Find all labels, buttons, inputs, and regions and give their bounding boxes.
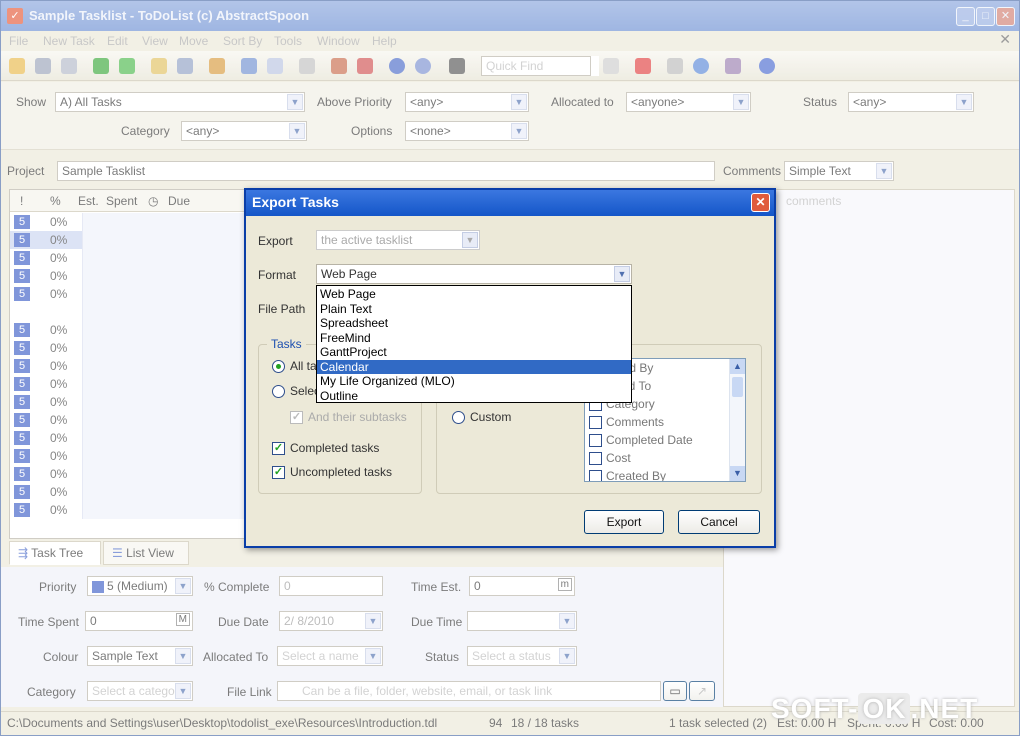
custom-columns-radio[interactable] (452, 411, 465, 424)
column-checkbox[interactable] (589, 434, 602, 448)
subtasks-checkbox[interactable]: ✓ (290, 411, 303, 424)
uncompleted-tasks-label: Uncompleted tasks (290, 465, 393, 479)
column-checkbox[interactable] (589, 470, 602, 481)
file-path-label: File Path (258, 302, 306, 316)
format-option[interactable]: Outline (317, 389, 631, 404)
custom-columns-label: Custom (470, 410, 512, 424)
format-option[interactable]: Web Page (317, 287, 631, 302)
format-option[interactable]: Spreadsheet (317, 316, 631, 331)
dialog-close-button[interactable]: ✕ (751, 193, 770, 212)
format-dropdown-list[interactable]: Web Page Plain Text Spreadsheet FreeMind Gan… (316, 285, 632, 403)
format-option[interactable]: My Life Organized (MLO) (317, 374, 631, 389)
column-option[interactable]: Completed Date (589, 433, 693, 451)
uncompleted-tasks-checkbox[interactable]: ✓ (272, 466, 285, 479)
dialog-title: Export Tasks (246, 190, 774, 216)
scroll-thumb[interactable] (732, 377, 743, 397)
format-option[interactable]: FreeMind (317, 331, 631, 346)
format-label: Format (258, 268, 297, 282)
column-option[interactable]: Created By (589, 469, 667, 482)
column-label: Completed Date (606, 433, 693, 447)
column-label: Created By (606, 469, 667, 482)
subtasks-label: And their subtasks (308, 410, 407, 424)
all-tasks-label: All ta (290, 359, 317, 373)
selected-tasks-radio[interactable] (272, 385, 285, 398)
export-source-select[interactable]: the active tasklist ▼ (316, 230, 480, 250)
all-tasks-radio[interactable] (272, 360, 285, 373)
export-label: Export (258, 234, 293, 248)
cancel-button[interactable]: Cancel (678, 510, 760, 534)
tasks-group-title: Tasks (267, 337, 306, 351)
format-select[interactable]: Web Page ▼ (316, 264, 632, 284)
column-label: Cost (606, 451, 631, 465)
column-option[interactable]: Cost (589, 451, 631, 469)
scroll-down-icon[interactable]: ▼ (730, 466, 745, 481)
export-button[interactable]: Export (584, 510, 664, 534)
column-checkbox[interactable] (589, 416, 602, 430)
column-checkbox[interactable] (589, 452, 602, 466)
column-option[interactable]: Comments (589, 415, 664, 433)
scroll-up-icon[interactable]: ▲ (730, 359, 745, 374)
completed-tasks-checkbox[interactable]: ✓ (272, 442, 285, 455)
column-label: Comments (606, 415, 665, 429)
completed-tasks-label: Completed tasks (290, 441, 380, 455)
format-option[interactable]: GanttProject (317, 345, 631, 360)
format-option[interactable]: Plain Text (317, 302, 631, 317)
columns-scrollbar[interactable]: ▲ ▼ (729, 359, 745, 481)
format-option[interactable]: Calendar (317, 359, 631, 374)
